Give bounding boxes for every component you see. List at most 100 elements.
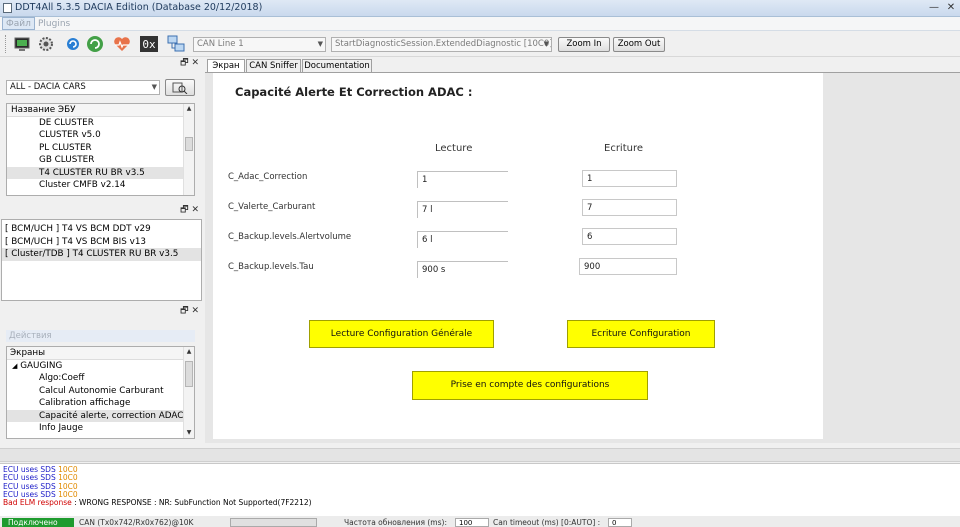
param-label: C_Backup.levels.Tau [228, 262, 314, 272]
read-value: 6 l [417, 231, 508, 248]
column-read-header: Lecture [435, 143, 473, 154]
settings-gear-icon[interactable] [36, 34, 56, 54]
chevron-down-icon: ▼ [543, 40, 549, 48]
screen-list-item[interactable]: Capacité alerte, correction ADAC [7, 409, 194, 422]
ecu-list-item[interactable]: PL CLUSTER [7, 142, 194, 155]
close-icon[interactable]: ✕ [942, 1, 960, 15]
screen-list-item[interactable]: Algo:Coeff [7, 372, 194, 385]
apply-configurations-button[interactable]: Prise en compte des configurations [412, 371, 648, 400]
tab-documentation[interactable]: Documentation [302, 59, 372, 72]
toolbar-grip [5, 35, 7, 53]
log-error-prefix: Bad ELM response [3, 498, 72, 508]
log-line: ECU uses SDS 10C0 [3, 482, 957, 491]
status-bar: Подключено CAN (Tx0x742/Rx0x762)@10K Час… [0, 516, 960, 527]
can-timeout-input[interactable]: 0 [608, 518, 632, 527]
write-input[interactable]: 1 [582, 170, 677, 187]
screen-canvas: Capacité Alerte Et Correction ADAC : Lec… [213, 73, 823, 439]
heart-monitor-icon[interactable] [112, 34, 132, 54]
found-ecu-item[interactable]: [ BCM/UCH ] T4 VS BCM BIS v13 [2, 236, 201, 249]
scroll-down-icon[interactable]: ▼ [184, 428, 194, 438]
screen-list-item[interactable]: Info Jauge [7, 422, 194, 435]
write-input[interactable]: 900 [579, 258, 677, 275]
refresh-icon[interactable] [63, 34, 83, 54]
ecu-list: Название ЭБУ DE CLUSTER CLUSTER v5.0 PL CL… [6, 103, 195, 196]
minimize-icon[interactable]: — [925, 1, 943, 15]
vehicle-filter-value: ALL - DACIA CARS [10, 82, 86, 92]
screen-list-item[interactable]: Calcul Autonomie Carburant [7, 385, 194, 398]
actions-label: Действия [6, 330, 195, 342]
found-dock-header[interactable]: 🗗 ✕ [0, 204, 203, 218]
ecu-list-item[interactable]: CLUSTER v5.0 [7, 129, 194, 142]
menu-plugins[interactable]: Plugins [35, 18, 73, 30]
log-error-line: Bad ELM response : WRONG RESPONSE : NR: … [0, 499, 960, 507]
ecu-list-scrollbar[interactable]: ▲ [183, 104, 194, 195]
found-ecu-list: [ BCM/UCH ] T4 VS BCM DDT v29[ BCM/UCH ]… [1, 219, 202, 301]
refresh-rate-input[interactable]: 100 [455, 518, 489, 527]
ecu-list-header: Название ЭБУ [7, 104, 194, 117]
screens-tree: Экраны ◢ GAUGING Algo:Coeff Calcul Autono… [6, 346, 195, 439]
param-label: C_Backup.levels.Alertvolume [228, 232, 352, 242]
ecu-list-item[interactable]: T4 CLUSTER RU BR v3.5 [7, 166, 194, 179]
scroll-up-icon[interactable]: ▲ [184, 104, 194, 114]
chevron-down-icon: ▼ [317, 40, 323, 48]
session-value: StartDiagnosticSession.ExtendedDiagnosti… [335, 39, 552, 49]
found-ecu-item[interactable]: [ BCM/UCH ] T4 VS BCM DDT v29 [2, 223, 201, 236]
param-label: C_Valerte_Carburant [228, 202, 316, 212]
window-title: DDT4All 5.3.5 DACIA Edition (Database 20… [15, 2, 263, 13]
monitor-icon[interactable] [12, 34, 32, 54]
ecu-list-item[interactable]: GB CLUSTER [7, 154, 194, 167]
found-ecu-item[interactable]: [ Cluster/TDB ] T4 CLUSTER RU BR v3.5 [2, 248, 201, 261]
tab-can-sniffer[interactable]: CAN Sniffer [246, 59, 301, 72]
write-input[interactable]: 7 [582, 199, 677, 216]
hex-mode-icon[interactable]: 0x [140, 36, 158, 52]
screens-group-label: GAUGING [20, 360, 63, 371]
title-bar: DDT4All 5.3.5 DACIA Edition (Database 20… [0, 0, 960, 17]
can-line-select[interactable]: CAN Line 1 ▼ [193, 37, 326, 52]
screens-header: Экраны [7, 347, 194, 360]
can-timeout-label: Can timeout (ms) [0:AUTO] : [493, 518, 601, 527]
session-select[interactable]: StartDiagnosticSession.ExtendedDiagnosti… [331, 37, 552, 52]
screens-group-gauging[interactable]: ◢ GAUGING [7, 360, 194, 373]
log-panel: ECU uses SDS 10C0 ECU uses SDS 10C0 ECU us… [0, 463, 960, 516]
ecu-dock-header[interactable]: 🗗 ✕ [0, 57, 203, 71]
log-line: ECU uses SDS 10C0 [3, 465, 957, 474]
can-info: CAN (Tx0x742/Rx0x762)@10K [79, 518, 194, 527]
app-icon [3, 3, 12, 13]
connection-status-badge: Подключено [2, 518, 74, 527]
network-icon[interactable] [166, 34, 186, 54]
refresh-rate-label: Частота обновления (ms): [344, 518, 447, 527]
read-value: 1 [417, 171, 508, 188]
write-input[interactable]: 6 [582, 228, 677, 245]
auto-refresh-icon[interactable] [85, 34, 105, 54]
can-line-value: CAN Line 1 [197, 39, 244, 49]
splitter[interactable] [0, 448, 960, 462]
menu-bar: Файл Plugins [0, 17, 960, 31]
read-value: 900 s [417, 261, 508, 278]
toolbar: 0x CAN Line 1 ▼ StartDiagnosticSession.Ex… [0, 31, 960, 57]
ecu-list-item[interactable]: Cluster CMFB v2.14 [7, 179, 194, 192]
tree-expand-icon: ◢ [12, 361, 18, 370]
scroll-up-icon[interactable]: ▲ [184, 347, 194, 357]
search-ecu-button[interactable] [165, 79, 195, 96]
column-write-header: Ecriture [604, 143, 644, 154]
write-config-button[interactable]: Ecriture Configuration [567, 320, 715, 348]
menu-file[interactable]: Файл [2, 17, 35, 30]
log-error-text: : WRONG RESPONSE : NR: SubFunction Not S… [71, 498, 312, 508]
screens-scrollbar[interactable]: ▲ ▼ [183, 347, 194, 438]
progress-bar [230, 518, 317, 527]
scroll-thumb[interactable] [185, 137, 193, 151]
screen-title: Capacité Alerte Et Correction ADAC : [235, 85, 473, 99]
screens-dock-header[interactable]: 🗗 ✕ [0, 305, 203, 319]
tab-screen[interactable]: Экран [207, 59, 245, 73]
param-label: C_Adac_Correction [228, 172, 308, 182]
read-value: 7 l [417, 201, 508, 218]
read-general-config-button[interactable]: Lecture Configuration Générale [309, 320, 494, 348]
scroll-thumb[interactable] [185, 361, 193, 387]
screen-list-item[interactable]: Calibration affichage [7, 397, 194, 410]
log-line: ECU uses SDS 10C0 [3, 474, 957, 482]
zoom-in-button[interactable]: Zoom In [558, 37, 610, 52]
ecu-list-item[interactable]: DE CLUSTER [7, 117, 194, 130]
chevron-down-icon: ▼ [151, 83, 157, 91]
vehicle-filter-select[interactable]: ALL - DACIA CARS ▼ [6, 80, 160, 95]
zoom-out-button[interactable]: Zoom Out [613, 37, 665, 52]
